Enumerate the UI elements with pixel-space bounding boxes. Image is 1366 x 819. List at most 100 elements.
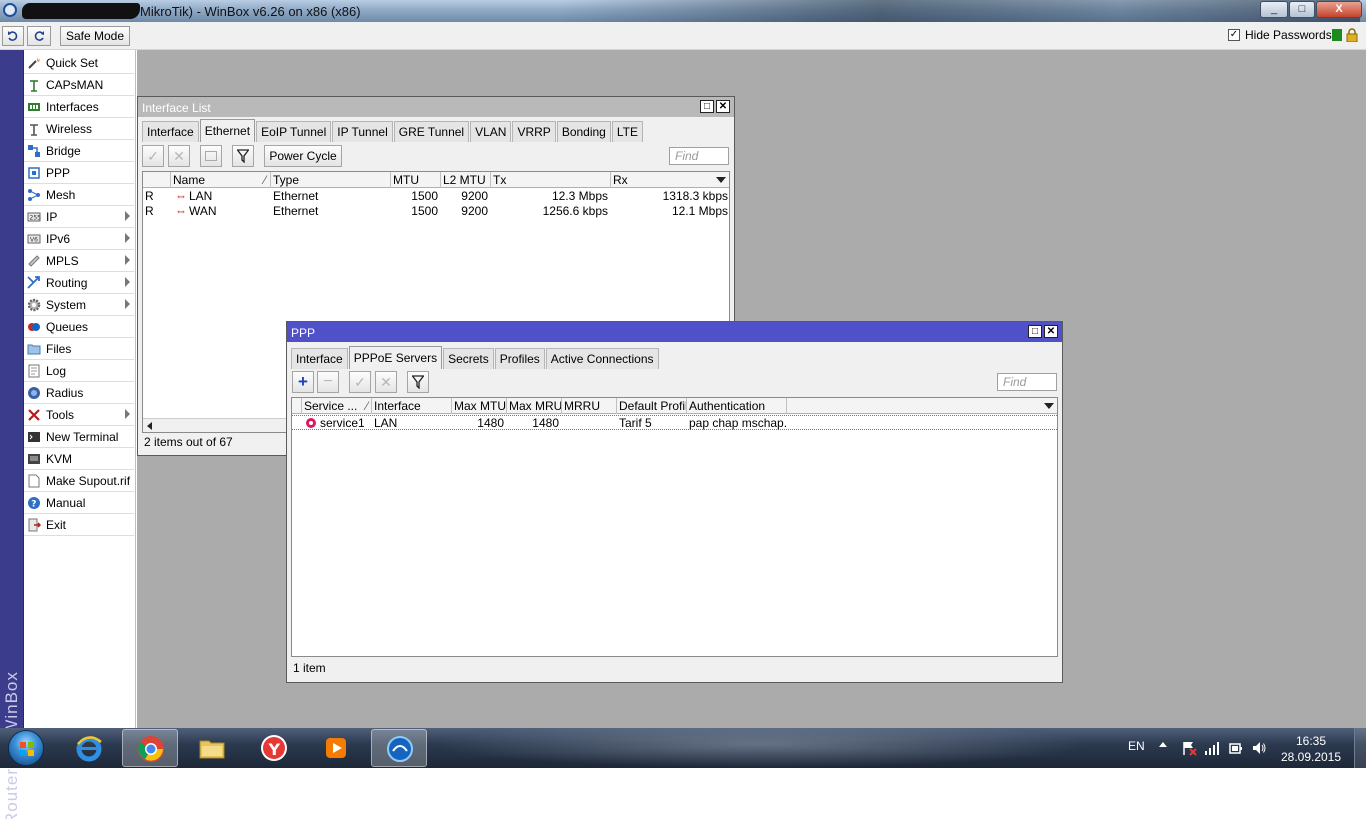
sidebar-item-make-supout[interactable]: Make Supout.rif <box>24 470 134 492</box>
taskbar-chrome[interactable] <box>122 729 178 767</box>
add-button[interactable]: + <box>292 371 314 393</box>
sidebar-item-routing[interactable]: Routing <box>24 272 134 294</box>
tab-eoip-tunnel[interactable]: EoIP Tunnel <box>256 121 332 142</box>
volume-icon[interactable] <box>1251 740 1267 756</box>
sidebar-item-ppp[interactable]: PPP <box>24 162 134 184</box>
column-max-mtu[interactable]: Max MTU <box>452 398 507 414</box>
table-row[interactable]: service1 LAN 1480 1480 Tarif 5 pap chap … <box>292 415 1057 430</box>
column-service[interactable]: Service ... ⁄ <box>302 398 372 414</box>
tab-profiles[interactable]: Profiles <box>494 348 545 369</box>
column-l2-mtu[interactable]: L2 MTU <box>441 172 491 188</box>
tab-interface[interactable]: Interface <box>142 121 199 142</box>
column-default-profile[interactable]: Default Profile <box>617 398 687 414</box>
tab-interface[interactable]: Interface <box>291 348 348 369</box>
show-hidden-icons-icon[interactable] <box>1159 742 1167 747</box>
disable-button[interactable]: ✕ <box>375 371 397 393</box>
submenu-arrow-icon <box>125 233 130 243</box>
minimize-button[interactable]: _ <box>1260 1 1288 18</box>
tab-ethernet[interactable]: Ethernet <box>199 119 256 142</box>
power-cycle-button[interactable]: Power Cycle <box>264 145 342 167</box>
sidebar-item-log[interactable]: Log <box>24 360 134 382</box>
tab-vrrp[interactable]: VRRP <box>512 121 556 142</box>
enable-button[interactable]: ✓ <box>349 371 371 393</box>
tab-active-connections[interactable]: Active Connections <box>545 348 659 369</box>
sidebar-item-interfaces[interactable]: Interfaces <box>24 96 134 118</box>
sidebar-item-mesh[interactable]: Mesh <box>24 184 134 206</box>
sidebar-item-ipv6[interactable]: V6 IPv6 <box>24 228 134 250</box>
hide-passwords-checkbox[interactable]: ✓ <box>1228 29 1240 41</box>
sidebar-item-mpls[interactable]: MPLS <box>24 250 134 272</box>
table-row[interactable]: R ⇔ LAN Ethernet 1500 9200 12.3 Mbps 131… <box>143 189 729 204</box>
taskbar-winbox[interactable] <box>371 729 427 767</box>
sidebar-item-new-terminal[interactable]: New Terminal <box>24 426 134 448</box>
column-flags[interactable] <box>143 172 171 188</box>
sidebar-item-wireless[interactable]: Wireless <box>24 118 134 140</box>
close-button[interactable]: X <box>1316 1 1362 18</box>
sidebar-item-kvm[interactable]: KVM <box>24 448 134 470</box>
show-desktop-button[interactable] <box>1354 728 1366 768</box>
column-tx[interactable]: Tx <box>491 172 611 188</box>
tab-bonding[interactable]: Bonding <box>556 121 611 142</box>
start-button[interactable] <box>8 730 44 766</box>
close-window-button[interactable]: ✕ <box>1044 325 1058 338</box>
tab-vlan[interactable]: VLAN <box>470 121 512 142</box>
tab-gre-tunnel[interactable]: GRE Tunnel <box>393 121 470 142</box>
tab-lte[interactable]: LTE <box>611 121 643 142</box>
sidebar-item-capsman[interactable]: CAPsMAN <box>24 74 134 96</box>
taskbar-explorer[interactable] <box>184 729 240 767</box>
sidebar-item-radius[interactable]: Radius <box>24 382 134 404</box>
column-max-mru[interactable]: Max MRU <box>507 398 562 414</box>
taskbar-media-player[interactable] <box>308 729 364 767</box>
sidebar-item-bridge[interactable]: Bridge <box>24 140 134 162</box>
filter-button[interactable] <box>232 145 254 167</box>
language-indicator[interactable]: EN <box>1128 739 1145 779</box>
column-name[interactable]: Name ⁄ <box>171 172 271 188</box>
sidebar-item-files[interactable]: Files <box>24 338 134 360</box>
hide-passwords-toggle[interactable]: ✓ Hide Passwords <box>1228 28 1332 42</box>
interface-list-titlebar[interactable]: Interface List □ ✕ <box>138 97 734 117</box>
maximize-window-button[interactable]: □ <box>1028 325 1042 338</box>
column-chooser-icon[interactable] <box>1044 403 1054 409</box>
system-clock[interactable]: 16:35 28.09.2015 <box>1280 733 1342 765</box>
column-mrru[interactable]: MRRU <box>562 398 617 414</box>
maximize-button[interactable]: □ <box>1289 1 1315 18</box>
column-type[interactable]: Type <box>271 172 391 188</box>
sidebar-item-quick-set[interactable]: Quick Set <box>24 52 134 74</box>
taskbar-internet-explorer[interactable] <box>61 729 117 767</box>
queues-icon <box>28 323 40 331</box>
column-flags[interactable] <box>292 398 302 414</box>
battery-power-icon[interactable] <box>1228 740 1244 756</box>
ppp-find-input[interactable]: Find <box>997 373 1057 391</box>
undo-button[interactable] <box>2 26 24 46</box>
interface-find-input[interactable]: Find <box>669 147 729 165</box>
sidebar-item-manual[interactable]: ? Manual <box>24 492 134 514</box>
column-interface[interactable]: Interface <box>372 398 452 414</box>
taskbar-yandex-browser[interactable]: Y <box>246 729 302 767</box>
table-row[interactable]: R ⇔ WAN Ethernet 1500 9200 1256.6 kbps 1… <box>143 204 729 219</box>
enable-button[interactable]: ✓ <box>142 145 164 167</box>
remove-button[interactable]: − <box>317 371 339 393</box>
network-signal-icon[interactable] <box>1204 740 1220 756</box>
disable-button[interactable]: ✕ <box>168 145 190 167</box>
column-mtu[interactable]: MTU <box>391 172 441 188</box>
sidebar-item-exit[interactable]: Exit <box>24 514 134 536</box>
redo-button[interactable] <box>27 26 51 46</box>
maximize-window-button[interactable]: □ <box>700 100 714 113</box>
safe-mode-button[interactable]: Safe Mode <box>60 26 130 46</box>
sidebar-item-ip[interactable]: 255 IP <box>24 206 134 228</box>
sidebar-item-tools[interactable]: Tools <box>24 404 134 426</box>
filter-button[interactable] <box>407 371 429 393</box>
column-rx[interactable]: Rx <box>611 172 729 188</box>
sidebar-item-queues[interactable]: Queues <box>24 316 134 338</box>
comment-button[interactable] <box>200 145 222 167</box>
tab-ip-tunnel[interactable]: IP Tunnel <box>332 121 393 142</box>
column-authentication[interactable]: Authentication <box>687 398 787 414</box>
action-center-flag-icon[interactable] <box>1181 740 1197 756</box>
tab-pppoe-servers[interactable]: PPPoE Servers <box>348 346 443 369</box>
sidebar-item-system[interactable]: System <box>24 294 134 316</box>
column-chooser-icon[interactable] <box>716 177 726 183</box>
close-window-button[interactable]: ✕ <box>716 100 730 113</box>
ppp-titlebar[interactable]: PPP □ ✕ <box>287 322 1062 342</box>
tab-secrets[interactable]: Secrets <box>443 348 494 369</box>
scroll-left-icon[interactable] <box>147 422 152 430</box>
